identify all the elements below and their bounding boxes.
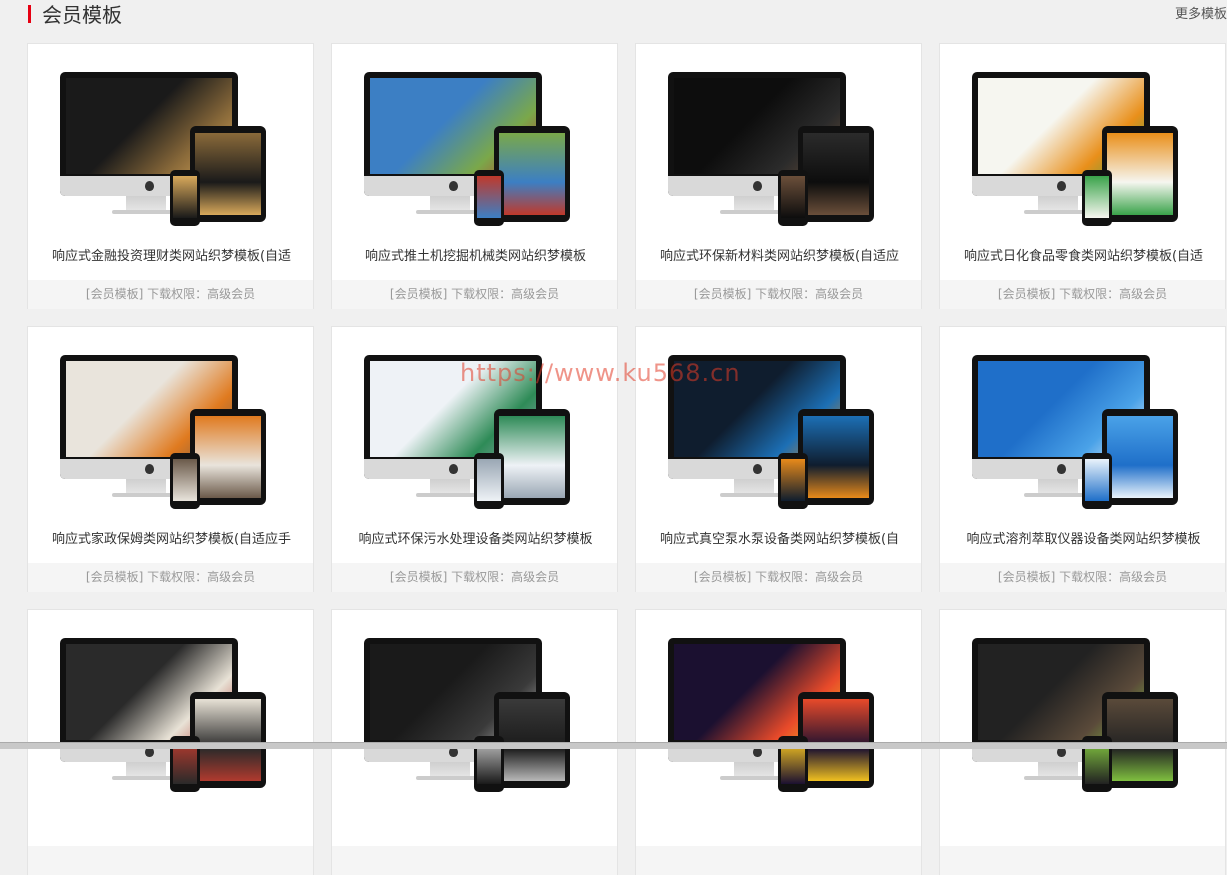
template-title[interactable]: 响应式家政保姆类网站织梦模板(自适应手 — [28, 529, 315, 551]
phone-mockup — [1082, 453, 1112, 509]
template-title[interactable]: 响应式环保新材料类网站织梦模板(自适应 — [636, 246, 923, 268]
template-preview-image[interactable] — [664, 353, 894, 513]
template-preview-image[interactable] — [360, 353, 590, 513]
more-templates-link[interactable]: 更多模板 — [1175, 6, 1227, 24]
template-card[interactable]: 响应式溶剂萃取仪器设备类网站织梦模板 [会员模板] 下载权限：高级会员 — [939, 326, 1226, 592]
phone-mockup — [778, 453, 808, 509]
template-preview-image[interactable] — [968, 353, 1198, 513]
phone-mockup — [170, 453, 200, 509]
apple-logo-icon — [145, 181, 154, 191]
template-meta: [会员模板] 下载权限：高级会员 — [332, 280, 617, 309]
template-title[interactable]: 响应式推土机挖掘机械类网站织梦模板 — [332, 246, 619, 268]
tablet-mockup — [190, 409, 266, 505]
template-preview-image[interactable] — [56, 353, 286, 513]
template-card[interactable]: 响应式日化食品零食类网站织梦模板(自适 [会员模板] 下载权限：高级会员 — [939, 43, 1226, 309]
template-card[interactable]: 响应式环保污水处理设备类网站织梦模板 [会员模板] 下载权限：高级会员 — [331, 326, 618, 592]
template-meta — [332, 846, 617, 875]
template-preview-image[interactable] — [664, 70, 894, 230]
section-title: 会员模板 — [42, 3, 122, 27]
template-preview-image[interactable] — [360, 70, 590, 230]
section-header: 会员模板 更多模板 — [0, 0, 1227, 34]
template-meta: [会员模板] 下载权限：高级会员 — [940, 563, 1225, 592]
template-preview-image[interactable] — [56, 636, 286, 796]
tablet-mockup — [798, 409, 874, 505]
template-meta — [940, 846, 1225, 875]
template-card[interactable]: 响应式真空泵水泵设备类网站织梦模板(自 [会员模板] 下载权限：高级会员 — [635, 326, 922, 592]
apple-logo-icon — [753, 464, 762, 474]
template-meta: [会员模板] 下载权限：高级会员 — [636, 280, 921, 309]
template-title[interactable]: 响应式金融投资理财类网站织梦模板(自适 — [28, 246, 315, 268]
template-title[interactable]: 响应式溶剂萃取仪器设备类网站织梦模板 — [940, 529, 1227, 551]
template-meta: [会员模板] 下载权限：高级会员 — [940, 280, 1225, 309]
template-preview-image[interactable] — [968, 70, 1198, 230]
template-preview-image[interactable] — [968, 636, 1198, 796]
template-meta — [636, 846, 921, 875]
template-meta: [会员模板] 下载权限：高级会员 — [332, 563, 617, 592]
phone-mockup — [474, 453, 504, 509]
template-title[interactable]: 响应式真空泵水泵设备类网站织梦模板(自 — [636, 529, 923, 551]
apple-logo-icon — [145, 464, 154, 474]
tablet-mockup — [494, 409, 570, 505]
apple-logo-icon — [753, 181, 762, 191]
template-card[interactable]: 响应式家政保姆类网站织梦模板(自适应手 [会员模板] 下载权限：高级会员 — [27, 326, 314, 592]
template-preview-image[interactable] — [360, 636, 590, 796]
template-card[interactable]: 响应式金融投资理财类网站织梦模板(自适 [会员模板] 下载权限：高级会员 — [27, 43, 314, 309]
apple-logo-icon — [449, 181, 458, 191]
tablet-mockup — [494, 126, 570, 222]
phone-mockup — [474, 170, 504, 226]
tablet-mockup — [190, 126, 266, 222]
template-preview-image[interactable] — [664, 636, 894, 796]
tablet-mockup — [798, 126, 874, 222]
phone-mockup — [778, 170, 808, 226]
tablet-mockup — [1102, 126, 1178, 222]
template-meta: [会员模板] 下载权限：高级会员 — [28, 280, 313, 309]
tablet-mockup — [1102, 409, 1178, 505]
template-meta: [会员模板] 下载权限：高级会员 — [28, 563, 313, 592]
template-meta: [会员模板] 下载权限：高级会员 — [636, 563, 921, 592]
tablet-mockup — [494, 692, 570, 788]
phone-mockup — [1082, 170, 1112, 226]
apple-logo-icon — [449, 464, 458, 474]
header-accent-bar — [28, 5, 31, 23]
template-meta — [28, 846, 313, 875]
tablet-mockup — [1102, 692, 1178, 788]
template-title[interactable]: 响应式环保污水处理设备类网站织梦模板 — [332, 529, 619, 551]
template-title[interactable]: 响应式日化食品零食类网站织梦模板(自适 — [940, 246, 1227, 268]
tablet-mockup — [190, 692, 266, 788]
apple-logo-icon — [1057, 464, 1066, 474]
tablet-mockup — [798, 692, 874, 788]
template-card[interactable]: 响应式环保新材料类网站织梦模板(自适应 [会员模板] 下载权限：高级会员 — [635, 43, 922, 309]
template-preview-image[interactable] — [56, 70, 286, 230]
phone-mockup — [170, 170, 200, 226]
template-card[interactable]: 响应式推土机挖掘机械类网站织梦模板 [会员模板] 下载权限：高级会员 — [331, 43, 618, 309]
apple-logo-icon — [1057, 181, 1066, 191]
